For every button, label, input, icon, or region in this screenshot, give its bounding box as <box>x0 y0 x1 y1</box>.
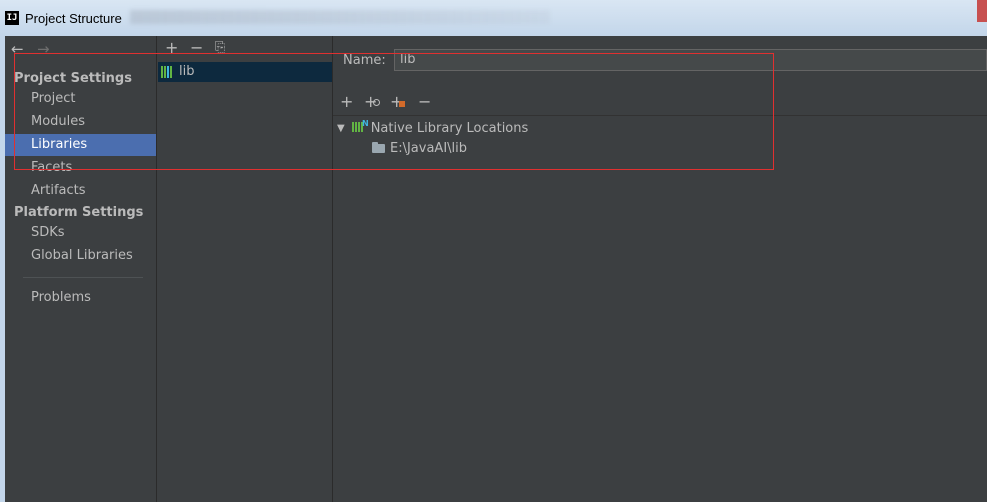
back-arrow-icon[interactable]: ← <box>11 40 24 58</box>
sidebar-item-global-libraries[interactable]: Global Libraries <box>5 245 156 267</box>
sidebar-item-artifacts[interactable]: Artifacts <box>5 180 156 202</box>
section-header-project-settings: Project Settings <box>14 71 132 86</box>
copy-library-icon[interactable]: ⎘ <box>215 40 225 56</box>
blurred-background-menu <box>130 10 550 24</box>
window-title: Project Structure <box>25 11 122 26</box>
library-list-item[interactable]: lib <box>158 62 332 82</box>
tree-node-label: Native Library Locations <box>370 121 529 136</box>
window-close-button[interactable] <box>977 0 987 22</box>
sidebar-item-project[interactable]: Project <box>5 88 156 110</box>
settings-sidebar: ← → Project Settings Project Modules Lib… <box>5 36 157 502</box>
tree-node-native-library-locations[interactable]: ▼ N Native Library Locations <box>337 119 528 139</box>
library-detail-panel: Name: lib + + + − ▼ N Native Library Locat… <box>333 36 987 502</box>
expand-triangle-icon[interactable]: ▼ <box>337 119 345 139</box>
library-item-label: lib <box>179 64 195 79</box>
sidebar-item-modules[interactable]: Modules <box>5 111 156 133</box>
sidebar-item-sdks[interactable]: SDKs <box>5 222 156 244</box>
forward-arrow-icon[interactable]: → <box>37 40 50 58</box>
add-jar-icon[interactable]: + <box>390 94 405 110</box>
library-list-panel: + − ⎘ lib <box>157 36 333 502</box>
intellij-logo-icon: IJ <box>5 11 19 25</box>
tree-node-path-label: E:\JavaAI\lib <box>390 141 468 156</box>
remove-root-icon[interactable]: − <box>418 94 431 110</box>
add-library-icon[interactable]: + <box>165 40 178 56</box>
title-bar: IJ Project Structure <box>0 0 987 37</box>
section-header-platform-settings: Platform Settings <box>14 205 144 220</box>
name-label: Name: <box>343 53 386 68</box>
remove-library-icon[interactable]: − <box>190 40 203 56</box>
sidebar-separator <box>23 277 143 278</box>
folder-icon <box>372 142 385 153</box>
native-library-icon: N <box>351 119 369 134</box>
sidebar-item-problems[interactable]: Problems <box>5 287 156 309</box>
add-classes-icon[interactable]: + <box>364 94 380 110</box>
add-root-icon[interactable]: + <box>340 94 353 110</box>
divider <box>333 115 987 116</box>
sidebar-item-facets[interactable]: Facets <box>5 157 156 179</box>
sidebar-item-libraries[interactable]: Libraries <box>5 134 156 156</box>
tree-node-path[interactable]: E:\JavaAI\lib <box>372 139 467 159</box>
library-name-input[interactable]: lib <box>394 49 987 71</box>
library-icon <box>161 66 175 78</box>
